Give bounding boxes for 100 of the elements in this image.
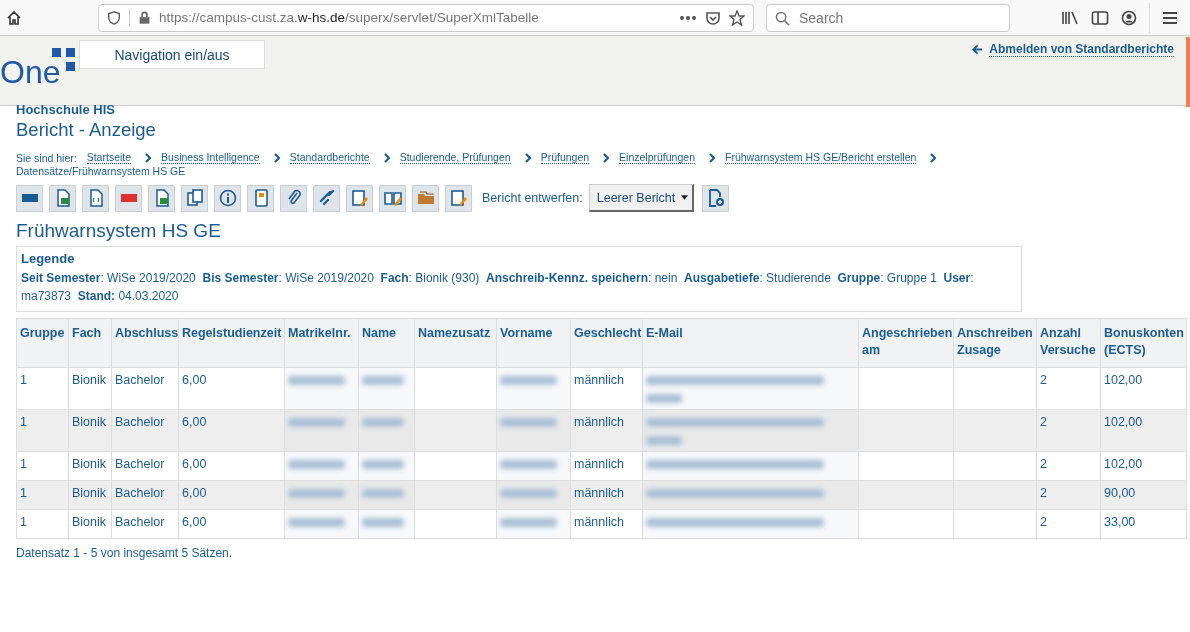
csv-tool-button[interactable] [148, 184, 175, 212]
folder-tool-button[interactable] [412, 184, 439, 212]
column-header[interactable]: Anschreiben Zusage [953, 318, 1037, 368]
table-cell: 2 [1040, 457, 1047, 471]
table-cell: 102,00 [1104, 415, 1143, 429]
clip-tool-button[interactable] [280, 184, 307, 212]
export-tool-button[interactable] [445, 184, 472, 212]
legend-title: Legende [21, 251, 76, 266]
column-header[interactable]: Name [358, 318, 415, 368]
chevron-icon [709, 152, 715, 163]
chevron-icon [603, 152, 610, 163]
design-report-label: Bericht entwerfen: [482, 191, 583, 205]
table-cell: Bachelor [115, 457, 165, 471]
chevron-icon [145, 152, 152, 163]
library-icon[interactable] [1061, 9, 1079, 26]
table-cell: 102,00 [1104, 457, 1143, 471]
column-header[interactable]: Gruppe [16, 318, 69, 368]
table-cell: 6,00 [182, 515, 207, 529]
table-cell: Bionik [72, 515, 107, 529]
chevron-icon [383, 152, 390, 163]
table-cell: männlich [574, 515, 625, 529]
xls-tool-button[interactable] [49, 184, 76, 212]
table-cell: männlich [574, 415, 625, 429]
copy-tool-button[interactable] [181, 184, 208, 212]
table-cell: Bionik [72, 373, 107, 387]
page-title: Bericht - Anzeige [16, 119, 157, 141]
note-tool-button[interactable] [247, 184, 274, 212]
breadcrumb-current: Datensätze/Frühwarnsystem HS GE [16, 165, 187, 177]
table-cell: 2 [1040, 515, 1047, 529]
table-cell: 90,00 [1104, 486, 1136, 500]
xml-tool-button[interactable] [82, 184, 109, 212]
edit-tool-button[interactable] [346, 184, 373, 212]
table-cell: 102,00 [1104, 373, 1143, 387]
link-tool-button[interactable] [313, 184, 340, 212]
table-cell: 1 [20, 457, 27, 471]
table-cell: männlich [574, 457, 625, 471]
home-icon[interactable] [6, 9, 22, 26]
more-icon[interactable] [679, 14, 697, 21]
column-header[interactable]: Bonuskonten (ECTS) [1100, 318, 1187, 368]
table-cell: Bachelor [115, 373, 165, 387]
column-header[interactable]: Regelstudienzeit [178, 318, 285, 368]
book-tool-button[interactable] [379, 184, 406, 212]
address-bar[interactable]: https://campus-cust.za.w-hs.de/superx/servlet/SuperXmlTabelle [98, 3, 754, 32]
table-cell: 1 [20, 373, 27, 387]
book-icon [383, 189, 402, 207]
table-cell: 6,00 [182, 415, 207, 429]
table-cell: 6,00 [182, 457, 207, 471]
sidebar-icon[interactable] [1091, 9, 1109, 26]
report-select[interactable]: Leerer Bericht [588, 184, 695, 212]
breadcrumb-link[interactable]: Standardberichte [289, 151, 370, 164]
search-field[interactable]: Search [766, 3, 1010, 32]
edit-icon [350, 189, 369, 207]
arrow-left-icon [972, 44, 984, 55]
table-cell: Bionik [72, 486, 107, 500]
breadcrumb-link[interactable]: Studierende, Prüfungen [399, 151, 511, 164]
star-icon[interactable] [729, 9, 745, 26]
chevron-icon [524, 152, 531, 163]
logo-text: One [0, 54, 61, 91]
search-icon [775, 10, 790, 26]
breadcrumb-link[interactable]: Einzelprüfungen [619, 151, 695, 164]
column-header[interactable]: Anzahl Versuche [1036, 318, 1101, 368]
table-cell: Bachelor [115, 515, 165, 529]
navigation-toggle-button[interactable]: Navigation ein/aus [79, 40, 265, 69]
column-header[interactable]: E-Mail [642, 318, 859, 368]
new-report-button[interactable] [702, 184, 730, 212]
breadcrumb-link[interactable]: Prüfungen [540, 151, 590, 164]
breadcrumb-link[interactable]: Business Intelligence [161, 151, 260, 164]
info-icon [218, 189, 237, 207]
table-cell: Bionik [72, 457, 107, 471]
table-cell: männlich [574, 373, 625, 387]
column-header[interactable]: Matrikelnr. [284, 318, 359, 368]
table-cell: 6,00 [182, 486, 207, 500]
copy-icon [185, 189, 204, 207]
column-header[interactable]: Fach [68, 318, 112, 368]
report-title: Frühwarnsystem HS GE [16, 219, 222, 243]
institution-name: Hochschule HIS [16, 103, 116, 115]
column-header[interactable]: Vorname [496, 318, 571, 368]
link-icon [317, 189, 336, 207]
breadcrumb-link[interactable]: Frühwarnsystem HS GE/Bericht erstellen [725, 151, 917, 164]
table-cell: Bionik [72, 415, 107, 429]
folder-icon [416, 189, 435, 207]
account-icon[interactable] [1121, 9, 1137, 26]
chevron-icon [930, 152, 937, 163]
column-header[interactable]: Angeschrieben am [858, 318, 954, 368]
record-count: Datensatz 1 - 5 von insgesamt 5 Sätzen. [16, 546, 234, 560]
breadcrumb-label: Sie sind hier: [16, 151, 77, 164]
table-cell: 2 [1040, 486, 1047, 500]
menu-icon[interactable] [1162, 10, 1178, 25]
column-header[interactable]: Abschluss [111, 318, 179, 368]
column-header[interactable]: Namezusatz [414, 318, 497, 368]
table-cell: 1 [20, 415, 27, 429]
pocket-icon[interactable] [705, 9, 721, 26]
export-icon [449, 189, 468, 207]
column-header[interactable]: Geschlecht [570, 318, 643, 368]
breadcrumb-link[interactable]: Startseite [86, 151, 132, 164]
info-tool-button[interactable] [214, 184, 241, 212]
logout-link[interactable]: Abmelden von Standardberichte [972, 42, 1174, 57]
table-cell: 6,00 [182, 373, 207, 387]
table-cell: 1 [20, 486, 27, 500]
table-cell: männlich [574, 486, 625, 500]
